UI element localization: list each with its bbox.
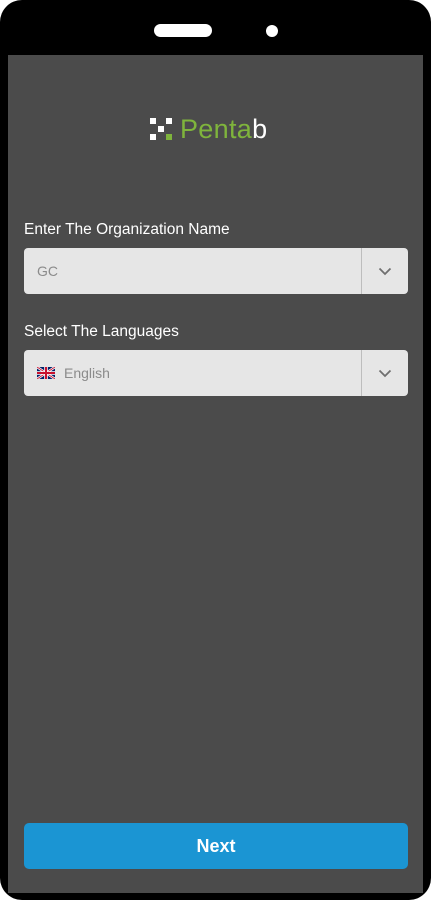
logo-brand-main: Penta xyxy=(180,113,253,144)
phone-speaker xyxy=(154,24,212,37)
logo-brand-suffix: b xyxy=(252,113,268,144)
uk-flag-icon xyxy=(37,367,55,379)
chevron-down-icon xyxy=(378,267,392,275)
phone-frame: Pentab Enter The Organization Name GC Se… xyxy=(0,0,431,900)
logo-dots-icon xyxy=(150,118,172,140)
language-selected-text: English xyxy=(64,365,110,381)
language-selected-value: English xyxy=(24,365,361,381)
phone-camera xyxy=(266,25,278,37)
next-button[interactable]: Next xyxy=(24,823,408,869)
app-screen: Pentab Enter The Organization Name GC Se… xyxy=(8,55,423,893)
language-dropdown-toggle[interactable] xyxy=(362,350,408,396)
organization-select[interactable]: GC xyxy=(24,248,408,294)
organization-dropdown-toggle[interactable] xyxy=(362,248,408,294)
language-select[interactable]: English xyxy=(24,350,408,396)
logo-wordmark: Pentab xyxy=(180,114,267,145)
penta-b-logo: Pentab xyxy=(149,114,267,144)
organization-selected-value: GC xyxy=(37,263,58,279)
language-label: Select The Languages xyxy=(24,323,179,340)
organization-label: Enter The Organization Name xyxy=(24,221,230,238)
chevron-down-icon xyxy=(378,369,392,377)
